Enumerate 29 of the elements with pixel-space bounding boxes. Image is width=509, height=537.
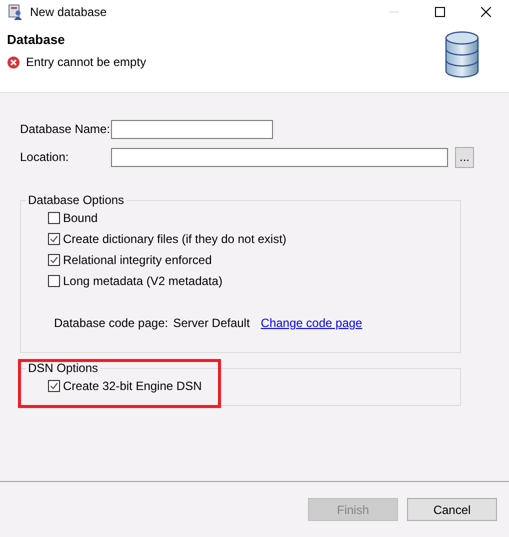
checkbox-label: Relational integrity enforced	[63, 252, 212, 266]
text-field[interactable]	[111, 148, 448, 166]
change-code-page-link[interactable]: Change code page	[260, 316, 362, 330]
checkbox[interactable]	[48, 212, 60, 224]
checkbox-label: Create 32-bit Engine DSN	[63, 378, 202, 392]
field-label: Database Name:	[20, 122, 111, 136]
group-title: DSN Options	[27, 361, 100, 375]
checkbox-label: Bound	[63, 210, 98, 224]
app-icon	[8, 4, 24, 20]
dialog-button[interactable]: Cancel	[407, 498, 497, 521]
browse-button[interactable]: ...	[455, 146, 474, 168]
checkbox[interactable]	[48, 380, 60, 392]
page-title: Database	[7, 32, 66, 49]
checkbox-label: Create dictionary files (if they do not exist)	[63, 232, 286, 246]
group-title: Database Options	[27, 193, 126, 207]
database-icon	[444, 31, 480, 79]
checkbox[interactable]	[48, 232, 60, 244]
code-page-value: Server Default	[173, 316, 250, 330]
code-page-label: Database code page:	[54, 316, 168, 330]
checkbox[interactable]	[48, 274, 60, 286]
close-icon[interactable]	[481, 6, 491, 16]
checkbox-label: Long metadata (V2 metadata)	[63, 274, 222, 288]
maximize-icon[interactable]	[435, 6, 445, 16]
checkbox[interactable]	[48, 254, 60, 266]
text-field[interactable]	[111, 120, 273, 138]
field-label: Location:	[20, 150, 70, 164]
error-message: Entry cannot be empty	[26, 55, 146, 69]
error-icon	[7, 56, 20, 68]
window-title: New database	[30, 4, 108, 18]
